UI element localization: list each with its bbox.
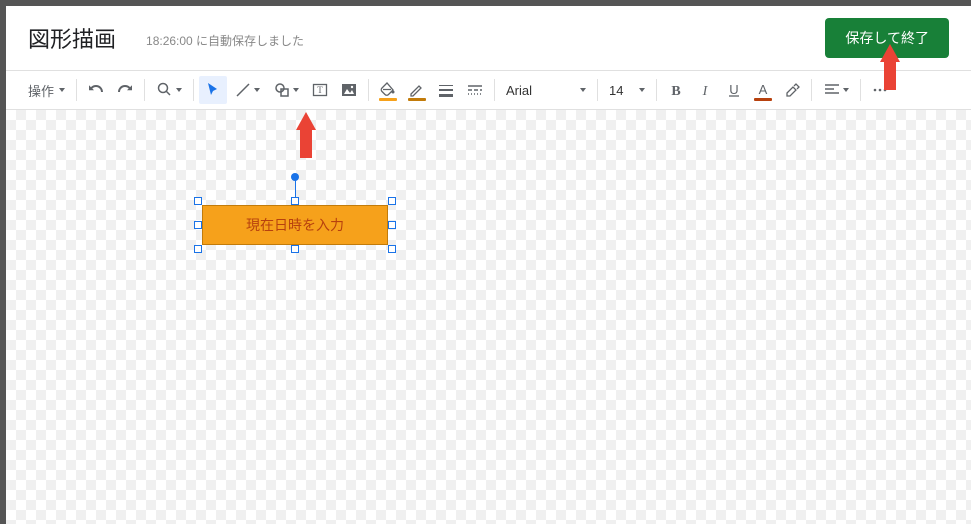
bold-icon: B	[667, 81, 685, 99]
font-family-value: Arial	[506, 83, 532, 98]
select-tool[interactable]	[199, 76, 227, 104]
separator	[860, 79, 861, 101]
select-icon	[204, 81, 222, 99]
chevron-down-icon	[176, 88, 182, 92]
actions-label: 操作	[28, 81, 54, 100]
resize-handle-sw[interactable]	[194, 245, 202, 253]
align-icon	[823, 83, 841, 97]
chevron-down-icon	[59, 88, 65, 92]
drawing-canvas[interactable]: 現在日時を入力	[6, 110, 971, 524]
svg-text:A: A	[759, 82, 768, 97]
highlight-icon	[783, 81, 801, 99]
separator	[494, 79, 495, 101]
toolbar: 操作 T	[6, 70, 971, 110]
separator	[193, 79, 194, 101]
fill-icon	[379, 81, 397, 99]
line-tool[interactable]	[228, 76, 266, 104]
italic-icon: I	[696, 81, 714, 99]
highlight-button[interactable]	[778, 76, 806, 104]
separator	[597, 79, 598, 101]
actions-menu[interactable]: 操作	[22, 76, 71, 104]
border-weight-button[interactable]	[432, 76, 460, 104]
bold-button[interactable]: B	[662, 76, 690, 104]
undo-icon	[87, 81, 105, 99]
font-size-value: 14	[609, 83, 623, 98]
textbox-icon: T	[311, 81, 329, 99]
dialog-title: 図形描画	[28, 22, 116, 54]
font-size-select[interactable]: 14	[603, 77, 651, 103]
border-weight-icon	[437, 83, 455, 97]
separator	[811, 79, 812, 101]
separator	[368, 79, 369, 101]
rotate-line	[295, 177, 296, 201]
underline-button[interactable]: U	[720, 76, 748, 104]
svg-text:T: T	[317, 85, 323, 95]
font-family-select[interactable]: Arial	[500, 77, 592, 103]
separator	[76, 79, 77, 101]
chevron-down-icon	[293, 88, 299, 92]
text-color-swatch	[754, 98, 772, 101]
shape-tool[interactable]	[267, 76, 305, 104]
separator	[656, 79, 657, 101]
border-dash-icon	[466, 83, 484, 97]
fill-color-button[interactable]	[374, 76, 402, 104]
svg-text:U: U	[729, 82, 738, 97]
italic-button[interactable]: I	[691, 76, 719, 104]
resize-handle-ne[interactable]	[388, 197, 396, 205]
resize-handle-nw[interactable]	[194, 197, 202, 205]
autosave-status: 18:26:00 に自動保存しました	[146, 28, 825, 49]
chevron-down-icon	[639, 88, 645, 92]
zoom-icon	[156, 81, 174, 99]
border-color-swatch	[408, 98, 426, 101]
chevron-down-icon	[580, 88, 586, 92]
fill-color-swatch	[379, 98, 397, 101]
resize-handle-w[interactable]	[194, 221, 202, 229]
drawing-dialog: 図形描画 18:26:00 に自動保存しました 保存して終了 操作	[6, 6, 971, 524]
dialog-header: 図形描画 18:26:00 に自動保存しました 保存して終了	[6, 6, 971, 70]
border-dash-button[interactable]	[461, 76, 489, 104]
resize-handle-e[interactable]	[388, 221, 396, 229]
shape-text: 現在日時を入力	[246, 215, 344, 235]
zoom-button[interactable]	[150, 76, 188, 104]
border-icon	[408, 81, 426, 99]
underline-icon: U	[725, 81, 743, 99]
undo-button[interactable]	[82, 76, 110, 104]
rotate-handle[interactable]	[291, 173, 299, 181]
text-color-button[interactable]: A	[749, 76, 777, 104]
svg-text:B: B	[671, 84, 680, 99]
resize-handle-s[interactable]	[291, 245, 299, 253]
redo-icon	[116, 81, 134, 99]
resize-handle-se[interactable]	[388, 245, 396, 253]
image-tool[interactable]	[335, 76, 363, 104]
textbox-tool[interactable]: T	[306, 76, 334, 104]
svg-text:I: I	[702, 84, 709, 99]
separator	[144, 79, 145, 101]
image-icon	[340, 81, 358, 99]
text-color-icon: A	[754, 81, 772, 99]
resize-handle-n[interactable]	[291, 197, 299, 205]
chevron-down-icon	[843, 88, 849, 92]
align-button[interactable]	[817, 76, 855, 104]
textbox-shape[interactable]: 現在日時を入力	[202, 205, 388, 245]
border-color-button[interactable]	[403, 76, 431, 104]
line-icon	[234, 81, 252, 99]
chevron-down-icon	[254, 88, 260, 92]
redo-button[interactable]	[111, 76, 139, 104]
shape-icon	[273, 81, 291, 99]
